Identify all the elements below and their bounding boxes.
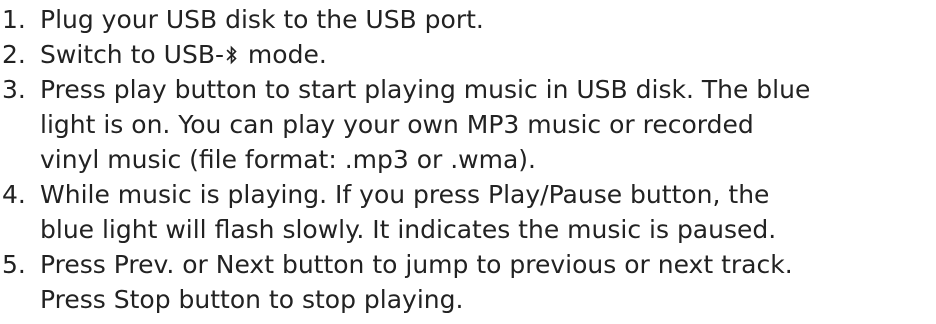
step-text: Press Prev. or Next button to jump to pr…: [40, 247, 936, 317]
step-line: Press play button to start playing music…: [40, 75, 811, 104]
step-line: vinyl music (file format: .mp3 or .wma).: [40, 145, 536, 174]
step-line: Press Prev. or Next button to jump to pr…: [40, 250, 793, 279]
step-text: Plug your USB disk to the USB port.: [40, 2, 936, 37]
instruction-list: 1. Plug your USB disk to the USB port. 2…: [0, 2, 936, 317]
step-number: 2.: [2, 40, 26, 69]
step-text: Switch to USB- mode.: [40, 37, 936, 72]
step-item: 2. Switch to USB- mode.: [0, 37, 936, 72]
bluetooth-icon: [226, 45, 237, 65]
step-text-suffix: mode.: [239, 40, 327, 69]
step-number: 5.: [2, 250, 26, 279]
step-line: Plug your USB disk to the USB port.: [40, 5, 484, 34]
step-text: Press play button to start playing music…: [40, 72, 936, 177]
step-line: Press Stop button to stop playing.: [40, 285, 464, 314]
step-item: 3. Press play button to start playing mu…: [0, 72, 936, 177]
step-line: Switch to USB- mode.: [40, 37, 936, 72]
step-item: 1. Plug your USB disk to the USB port.: [0, 2, 936, 37]
step-text-prefix: Switch to USB-: [40, 40, 224, 69]
step-line: light is on. You can play your own MP3 m…: [40, 110, 754, 139]
step-line: blue light will flash slowly. It indicat…: [40, 215, 777, 244]
step-number: 1.: [2, 5, 26, 34]
step-number: 3.: [2, 75, 26, 104]
step-item: 5. Press Prev. or Next button to jump to…: [0, 247, 936, 317]
step-number: 4.: [2, 180, 26, 209]
step-line: While music is playing. If you press Pla…: [40, 180, 770, 209]
step-item: 4. While music is playing. If you press …: [0, 177, 936, 247]
step-text: While music is playing. If you press Pla…: [40, 177, 936, 247]
